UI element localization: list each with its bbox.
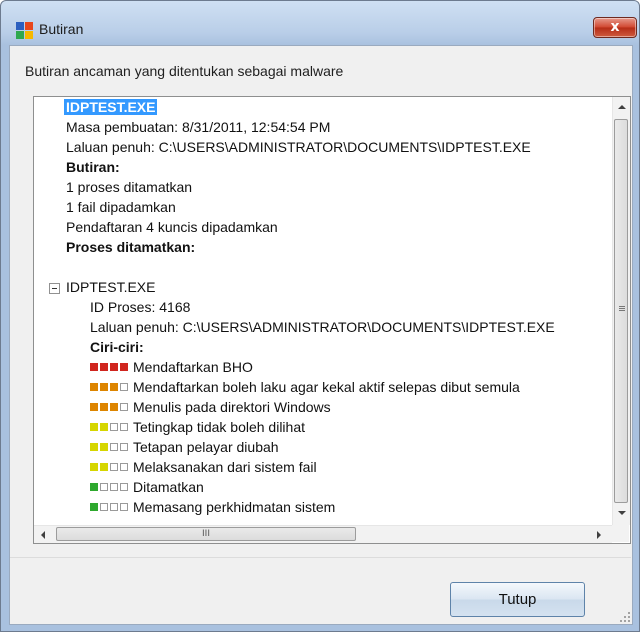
severity-square	[110, 403, 118, 411]
severity-square	[120, 503, 128, 511]
avg-logo-icon	[16, 22, 33, 39]
trait-label: Mendaftarkan boleh laku agar kekal aktif…	[133, 379, 520, 395]
dialog-heading: Butiran ancaman yang ditentukan sebagai …	[25, 63, 344, 79]
detail-item: 1 proses ditamatkan	[66, 179, 193, 195]
severity-square	[110, 363, 118, 371]
trait-label: Memasang perkhidmatan sistem	[133, 499, 336, 515]
vertical-scroll-thumb[interactable]	[614, 119, 628, 503]
traits-header: Ciri-ciri:	[90, 339, 144, 355]
severity-square	[100, 363, 108, 371]
severity-indicator	[90, 443, 130, 451]
tree-content: IDPTEST.EXE Masa pembuatan: 8/31/2011, 1…	[34, 97, 612, 525]
close-window-button[interactable]: x	[593, 17, 637, 38]
severity-indicator	[90, 483, 130, 491]
details-header: Butiran:	[66, 159, 120, 175]
severity-square	[100, 403, 108, 411]
window-title: Butiran	[39, 21, 84, 37]
severity-square	[110, 503, 118, 511]
severity-square	[90, 363, 98, 371]
severity-square	[110, 383, 118, 391]
close-button[interactable]: Tutup	[450, 582, 585, 617]
severity-indicator	[90, 363, 130, 371]
severity-square	[100, 463, 108, 471]
detail-item: 1 fail dipadamkan	[66, 199, 176, 215]
trait-label: Mendaftarkan BHO	[133, 359, 253, 375]
severity-square	[120, 483, 128, 491]
severity-indicator	[90, 383, 130, 391]
severity-indicator	[90, 423, 130, 431]
title-bar[interactable]: Butiran x	[1, 1, 639, 45]
severity-square	[90, 403, 98, 411]
severity-square	[120, 443, 128, 451]
trait-label: Tetingkap tidak boleh dilihat	[133, 419, 306, 435]
severity-square	[90, 483, 98, 491]
severity-square	[120, 363, 128, 371]
severity-square	[90, 443, 98, 451]
severity-square	[110, 423, 118, 431]
process-path-text: Laluan penuh: C:\USERS\ADMINISTRATOR\DOC…	[90, 319, 555, 335]
trait-label: Menulis pada direktori Windows	[133, 399, 331, 415]
severity-square	[90, 383, 98, 391]
severity-indicator	[90, 403, 130, 411]
tree-item-selected-label: IDPTEST.EXE	[64, 99, 158, 115]
dialog-window: Butiran x Butiran ancaman yang ditentuka…	[0, 0, 640, 632]
severity-square	[110, 463, 118, 471]
resize-grip-icon[interactable]	[619, 611, 631, 623]
trait-label: Tetapan pelayar diubah	[133, 439, 279, 455]
scrollbar-corner	[612, 525, 629, 542]
severity-indicator	[90, 463, 130, 471]
processes-header: Proses ditamatkan:	[66, 239, 196, 255]
close-icon: x	[610, 19, 620, 35]
grip-icon: III	[202, 529, 210, 539]
trait-label: Melaksanakan dari sistem fail	[133, 459, 317, 475]
grip-icon	[619, 306, 625, 307]
scroll-left-icon[interactable]	[41, 531, 45, 539]
severity-square	[120, 383, 128, 391]
severity-square	[90, 463, 98, 471]
tree-item-selected[interactable]: IDPTEST.EXE	[64, 97, 158, 117]
severity-square	[120, 463, 128, 471]
severity-square	[110, 443, 118, 451]
severity-square	[100, 483, 108, 491]
trait-label: Ditamatkan	[133, 479, 204, 495]
severity-square	[100, 503, 108, 511]
scroll-up-icon[interactable]	[618, 105, 626, 109]
severity-indicator	[90, 503, 130, 511]
scroll-down-icon[interactable]	[618, 511, 626, 515]
creation-time-text: Masa pembuatan: 8/31/2011, 12:54:54 PM	[66, 119, 331, 135]
detail-item: Pendaftaran 4 kuncis dipadamkan	[66, 219, 278, 235]
horizontal-scrollbar[interactable]: III	[34, 525, 612, 543]
horizontal-scroll-thumb[interactable]: III	[56, 527, 356, 541]
severity-square	[90, 423, 98, 431]
process-name[interactable]: IDPTEST.EXE	[66, 277, 155, 297]
process-id-text: ID Proses: 4168	[90, 299, 191, 315]
severity-square	[120, 423, 128, 431]
severity-square	[100, 423, 108, 431]
severity-square	[120, 403, 128, 411]
scroll-right-icon[interactable]	[597, 531, 601, 539]
threat-details-tree[interactable]: IDPTEST.EXE Masa pembuatan: 8/31/2011, 1…	[33, 96, 631, 544]
collapse-icon[interactable]	[49, 283, 60, 294]
severity-square	[100, 383, 108, 391]
divider	[10, 557, 631, 558]
severity-square	[110, 483, 118, 491]
severity-square	[90, 503, 98, 511]
severity-square	[100, 443, 108, 451]
full-path-text: Laluan penuh: C:\USERS\ADMINISTRATOR\DOC…	[66, 139, 531, 155]
vertical-scrollbar[interactable]	[612, 97, 630, 525]
